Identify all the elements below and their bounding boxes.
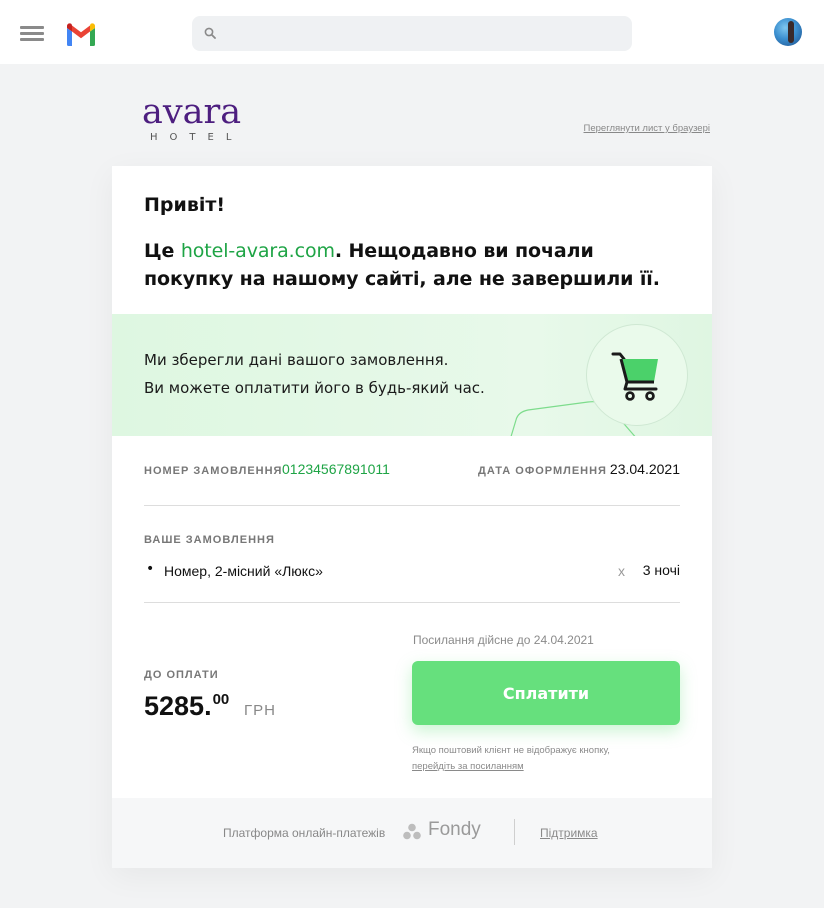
item-multiplier: x — [618, 563, 625, 579]
link-valid-until: Посилання дійсне до 24.04.2021 — [413, 633, 594, 647]
order-number-label: НОМЕР ЗАМОВЛЕННЯ — [144, 465, 283, 477]
brand-subtitle: HOTEL — [150, 132, 244, 143]
avatar[interactable] — [774, 18, 802, 46]
search-bar[interactable] — [192, 16, 632, 51]
email-footer: Платформа онлайн-платежів Fondy Підтримк… — [112, 798, 712, 868]
site-link[interactable]: hotel-avara.com — [181, 240, 335, 262]
brand-name: avara — [142, 92, 242, 132]
order-date-label: ДАТА ОФОРМЛЕННЯ — [478, 465, 607, 477]
saved-line-1: Ми зберегли дані вашого замовлення. — [144, 351, 449, 369]
shopping-cart-icon — [611, 352, 658, 401]
item-name: Номер, 2-місний «Люкс» — [164, 563, 323, 579]
email-header: avara HOTEL Переглянути лист у браузері — [112, 64, 712, 166]
button-fallback-hint: Якщо поштовий клієнт не відображує кнопк… — [412, 743, 610, 775]
greeting-title: Привіт! — [144, 194, 226, 216]
fondy-logo-icon — [403, 823, 421, 840]
gmail-logo-icon[interactable] — [65, 22, 97, 46]
your-order-label: ВАШЕ ЗАМОВЛЕННЯ — [144, 534, 275, 546]
order-date: 23.04.2021 — [609, 461, 680, 477]
amount-cents: 00 — [212, 691, 230, 708]
view-in-browser-link[interactable]: Переглянути лист у браузері — [584, 123, 710, 134]
amount-main: 5285. — [144, 691, 212, 721]
email-content: avara HOTEL Переглянути лист у браузері … — [112, 64, 712, 868]
item-quantity: 3 ночі — [642, 562, 680, 578]
platform-text: Платформа онлайн-платежів — [223, 826, 386, 840]
greeting-section: Привіт! Це hotel-avara.com. Нещодавно ви… — [112, 166, 712, 314]
amount-due-label: ДО ОПЛАТИ — [144, 669, 219, 681]
amount-due: 5285.00 — [144, 691, 229, 722]
footer-divider — [514, 819, 515, 845]
fallback-link[interactable]: перейдіть за посиланням — [412, 759, 610, 775]
fondy-logo-text: Fondy — [428, 819, 481, 840]
search-input[interactable] — [226, 16, 622, 51]
payment-section: Посилання дійсне до 24.04.2021 ДО ОПЛАТИ… — [112, 603, 712, 798]
support-link[interactable]: Підтримка — [540, 826, 598, 840]
brand-logo: avara HOTEL — [142, 92, 258, 148]
saved-order-banner: Ми зберегли дані вашого замовлення. Ви м… — [112, 314, 712, 436]
order-items: ВАШЕ ЗАМОВЛЕННЯ • Номер, 2-місний «Люкс»… — [144, 506, 680, 603]
gmail-top-bar — [0, 0, 824, 64]
search-icon[interactable] — [204, 27, 216, 39]
hint-text: Якщо поштовий клієнт не відображує кнопк… — [412, 745, 610, 756]
intro-prefix: Це — [144, 240, 181, 262]
hamburger-menu-icon[interactable] — [20, 26, 44, 44]
saved-line-2: Ви можете оплатити його в будь-який час. — [144, 379, 485, 397]
list-item: • Номер, 2-місний «Люкс» x 3 ночі — [144, 561, 680, 583]
bullet: • — [146, 561, 155, 577]
order-meta: НОМЕР ЗАМОВЛЕННЯ 01234567891011 ДАТА ОФО… — [144, 436, 680, 506]
order-number: 01234567891011 — [282, 461, 390, 477]
email-card: Привіт! Це hotel-avara.com. Нещодавно ви… — [112, 166, 712, 868]
pay-button[interactable]: Сплатити — [412, 661, 680, 725]
currency: ГРН — [244, 702, 276, 719]
intro-text: Це hotel-avara.com. Нещодавно ви почали … — [144, 237, 680, 293]
